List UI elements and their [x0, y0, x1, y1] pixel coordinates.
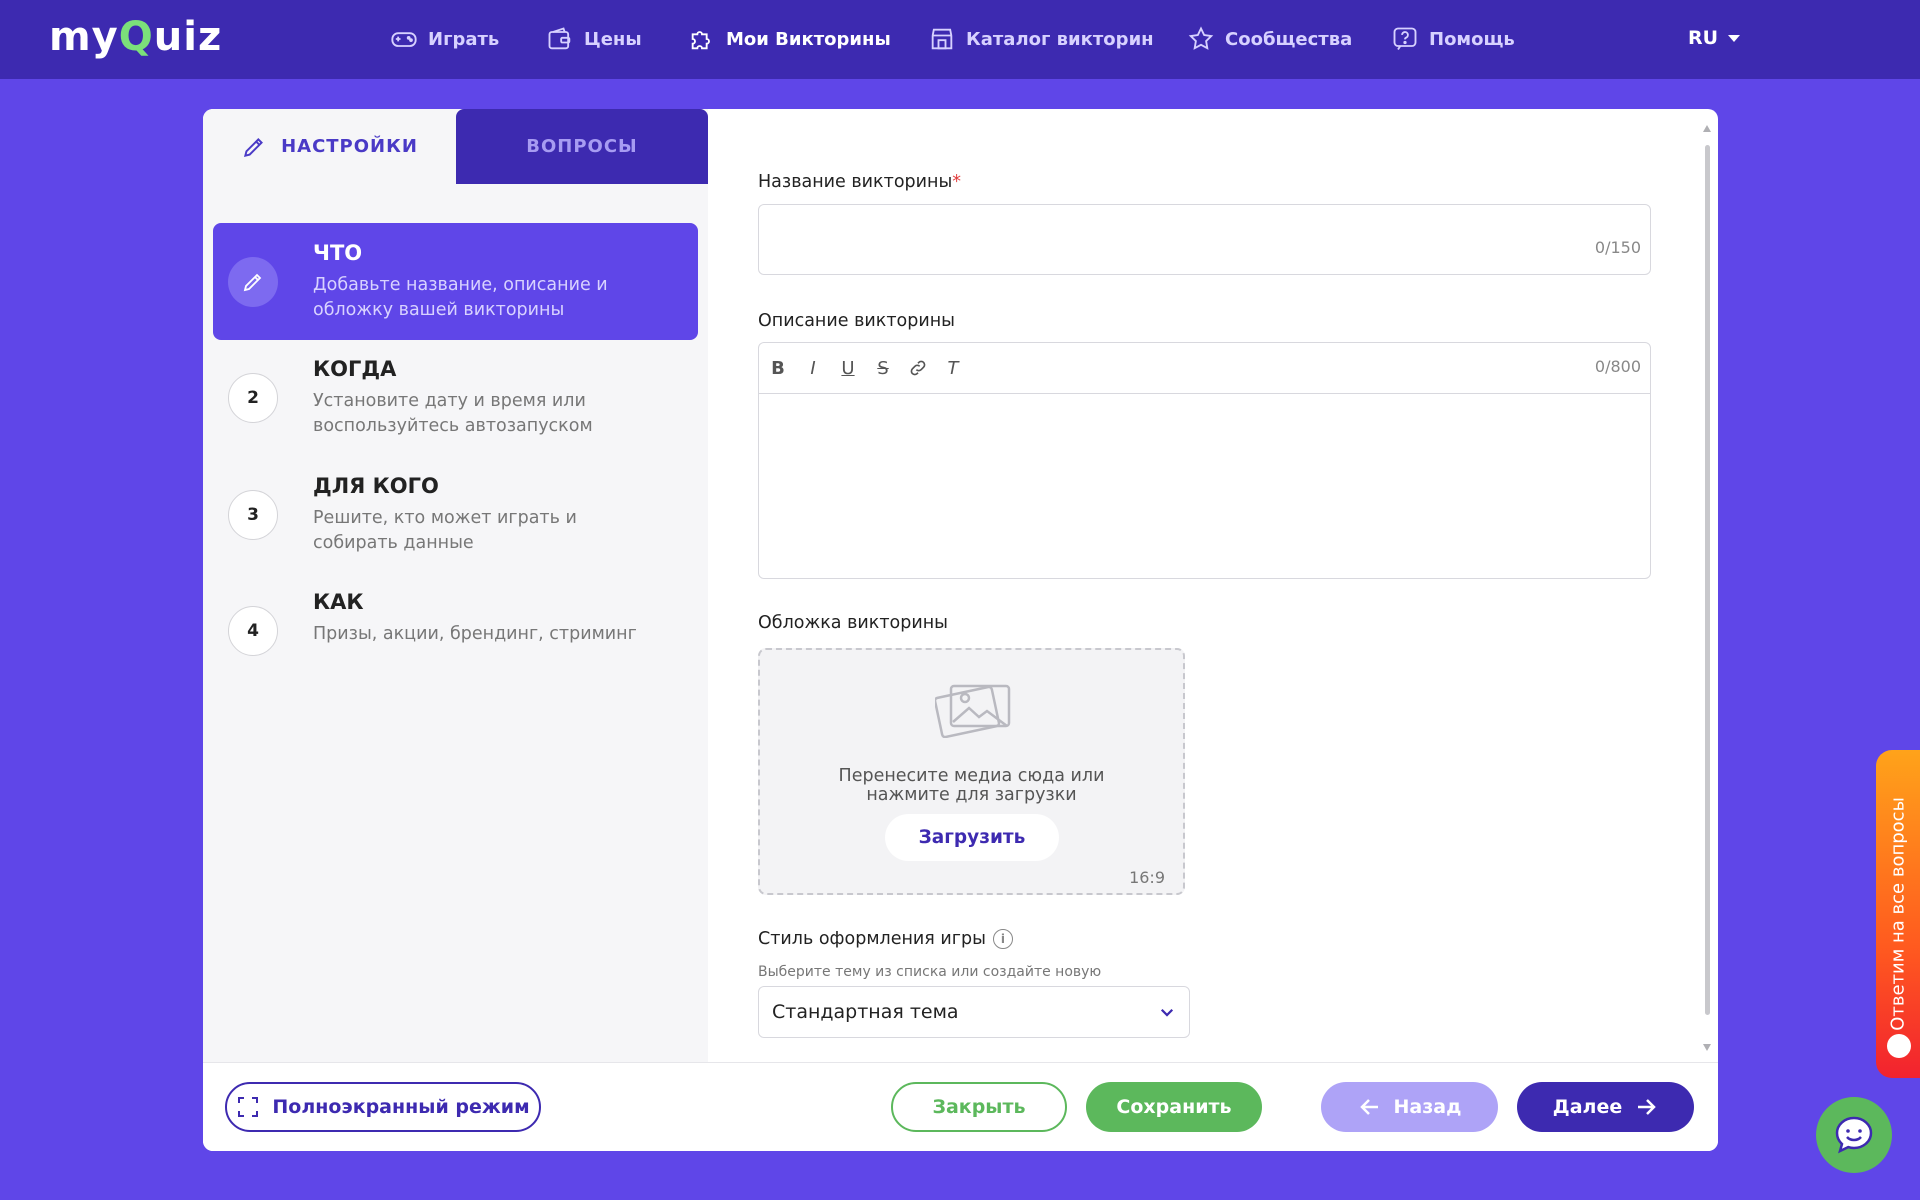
support-side-tab[interactable]: Ответим на все вопросы — [1876, 750, 1920, 1078]
fullscreen-button[interactable]: Полноэкранный режим — [225, 1082, 541, 1132]
theme-select-value: Стандартная тема — [772, 1001, 959, 1023]
smiley-chat-icon — [1835, 1116, 1873, 1154]
step-title: ДЛЯ КОГО — [313, 474, 439, 498]
upload-button[interactable]: Загрузить — [885, 814, 1059, 861]
fullscreen-label: Полноэкранный режим — [272, 1096, 530, 1118]
store-icon — [931, 28, 953, 50]
steps-panel: НАСТРОЙКИ ВОПРОСЫ ЧТО Добавьте название,… — [203, 109, 708, 1062]
support-side-tab-label: Ответим на все вопросы — [1887, 797, 1909, 1031]
pencil-icon — [244, 137, 264, 157]
step-for-whom[interactable]: 3 ДЛЯ КОГО Решите, кто может играть и со… — [213, 456, 698, 573]
scrollbar-thumb[interactable] — [1705, 145, 1710, 1015]
star-icon — [1188, 26, 1214, 50]
arrow-left-icon — [1359, 1099, 1378, 1115]
quiz-description-editor[interactable]: B I U S T 0/800 — [758, 342, 1651, 579]
nav-catalog[interactable]: Каталог викторин — [928, 24, 1154, 54]
required-mark: * — [952, 172, 962, 192]
nav-prices-label: Цены — [584, 28, 642, 50]
editor-footer: Полноэкранный режим Закрыть Сохранить На… — [203, 1062, 1718, 1151]
link-button[interactable] — [906, 356, 930, 380]
step-desc: Установите дату и время или воспользуйте… — [313, 391, 593, 436]
game-style-label-text: Стиль оформления игры — [758, 929, 986, 949]
quiz-title-label: Название викторины* — [758, 172, 961, 192]
dropzone-line-2: нажмите для загрузки — [866, 785, 1077, 805]
quiz-title-label-text: Название викторины — [758, 172, 953, 192]
nav-catalog-label: Каталог викторин — [966, 28, 1154, 50]
nav-my-quizzes-label: Мои Викторины — [726, 28, 891, 50]
scroll-up-icon[interactable] — [1703, 125, 1711, 132]
fullscreen-icon — [238, 1097, 259, 1117]
logo[interactable]: myQuiz — [49, 14, 222, 60]
step-what[interactable]: ЧТО Добавьте название, описание и обложк… — [213, 223, 698, 340]
step-badge: 4 — [228, 606, 278, 656]
save-button[interactable]: Сохранить — [1086, 1082, 1262, 1132]
step-when[interactable]: 2 КОГДА Установите дату и время или восп… — [213, 339, 698, 456]
close-button[interactable]: Закрыть — [891, 1082, 1067, 1132]
strikethrough-button[interactable]: S — [871, 356, 895, 380]
puzzle-icon — [691, 31, 710, 50]
language-select[interactable]: RU — [1688, 27, 1741, 49]
scroll-down-icon[interactable] — [1703, 1044, 1711, 1051]
wallet-icon — [548, 27, 571, 50]
nav-help-label: Помощь — [1429, 28, 1515, 50]
quiz-title-input[interactable]: 0/150 — [758, 204, 1651, 275]
quiz-editor-card: НАСТРОЙКИ ВОПРОСЫ ЧТО Добавьте название,… — [203, 109, 1718, 1151]
step-badge — [228, 257, 278, 307]
step-title: КОГДА — [313, 357, 397, 381]
step-badge: 2 — [228, 373, 278, 423]
clear-format-button[interactable]: T — [941, 356, 965, 380]
step-desc: Решите, кто может играть и собирать данн… — [313, 508, 577, 553]
tab-settings-label: НАСТРОЙКИ — [281, 136, 418, 157]
nav-play-label: Играть — [428, 28, 500, 50]
nav-communities[interactable]: Сообщества — [1187, 24, 1352, 54]
pencil-icon — [243, 273, 262, 292]
arrow-right-icon — [1638, 1099, 1656, 1115]
description-char-counter: 0/800 — [1594, 357, 1641, 376]
next-label: Далее — [1552, 1096, 1623, 1118]
gamepad-icon — [391, 32, 417, 47]
game-style-label: Стиль оформления игры i — [758, 929, 1013, 949]
nav-prices[interactable]: Цены — [546, 24, 642, 54]
dropzone-text: Перенесите медиа сюда или нажмите для за… — [760, 767, 1183, 805]
tab-settings[interactable]: НАСТРОЙКИ — [203, 109, 456, 184]
bold-button[interactable]: B — [766, 356, 790, 380]
image-icon — [935, 684, 1011, 738]
nav-help[interactable]: Помощь — [1391, 24, 1515, 54]
underline-button[interactable]: U — [836, 356, 860, 380]
nav-play[interactable]: Играть — [390, 24, 499, 54]
title-char-counter: 0/150 — [1594, 238, 1641, 257]
chevron-down-icon — [1160, 1008, 1174, 1017]
tab-questions[interactable]: ВОПРОСЫ — [456, 109, 708, 184]
step-title: ЧТО — [313, 241, 363, 265]
form-scrollbar[interactable] — [1702, 123, 1712, 1053]
link-icon — [910, 360, 926, 376]
theme-select[interactable]: Стандартная тема — [758, 986, 1190, 1038]
step-how[interactable]: 4 КАК Призы, акции, брендинг, стриминг — [213, 572, 698, 689]
step-title: КАК — [313, 590, 364, 614]
editor-toolbar: B I U S T 0/800 — [759, 343, 1650, 394]
tab-questions-label: ВОПРОСЫ — [526, 136, 638, 157]
caret-down-icon — [1728, 34, 1741, 42]
nav-communities-label: Сообщества — [1225, 28, 1353, 50]
language-label: RU — [1688, 27, 1719, 49]
italic-button[interactable]: I — [801, 356, 825, 380]
chat-button[interactable] — [1816, 1097, 1892, 1173]
quiz-cover-label: Обложка викторины — [758, 613, 948, 633]
next-button[interactable]: Далее — [1517, 1082, 1694, 1132]
step-desc: Добавьте название, описание и обложку ва… — [313, 275, 608, 320]
cover-dropzone[interactable]: Перенесите медиа сюда или нажмите для за… — [758, 648, 1185, 895]
back-label: Назад — [1393, 1096, 1462, 1118]
game-style-hint: Выберите тему из списка или создайте нов… — [758, 964, 1102, 980]
chat-bubble-icon — [1887, 1034, 1911, 1058]
nav-my-quizzes[interactable]: Мои Викторины — [688, 24, 891, 54]
quiz-description-label: Описание викторины — [758, 311, 955, 331]
top-nav: myQuiz Играть Цены Мои Викторины Каталог… — [0, 0, 1920, 79]
dropzone-line-1: Перенесите медиа сюда или — [838, 766, 1105, 786]
info-icon[interactable]: i — [992, 929, 1013, 949]
help-icon — [1393, 27, 1417, 51]
step-desc: Призы, акции, брендинг, стриминг — [313, 624, 637, 644]
back-button[interactable]: Назад — [1321, 1082, 1498, 1132]
step-badge: 3 — [228, 490, 278, 540]
aspect-ratio: 16:9 — [1129, 868, 1165, 887]
